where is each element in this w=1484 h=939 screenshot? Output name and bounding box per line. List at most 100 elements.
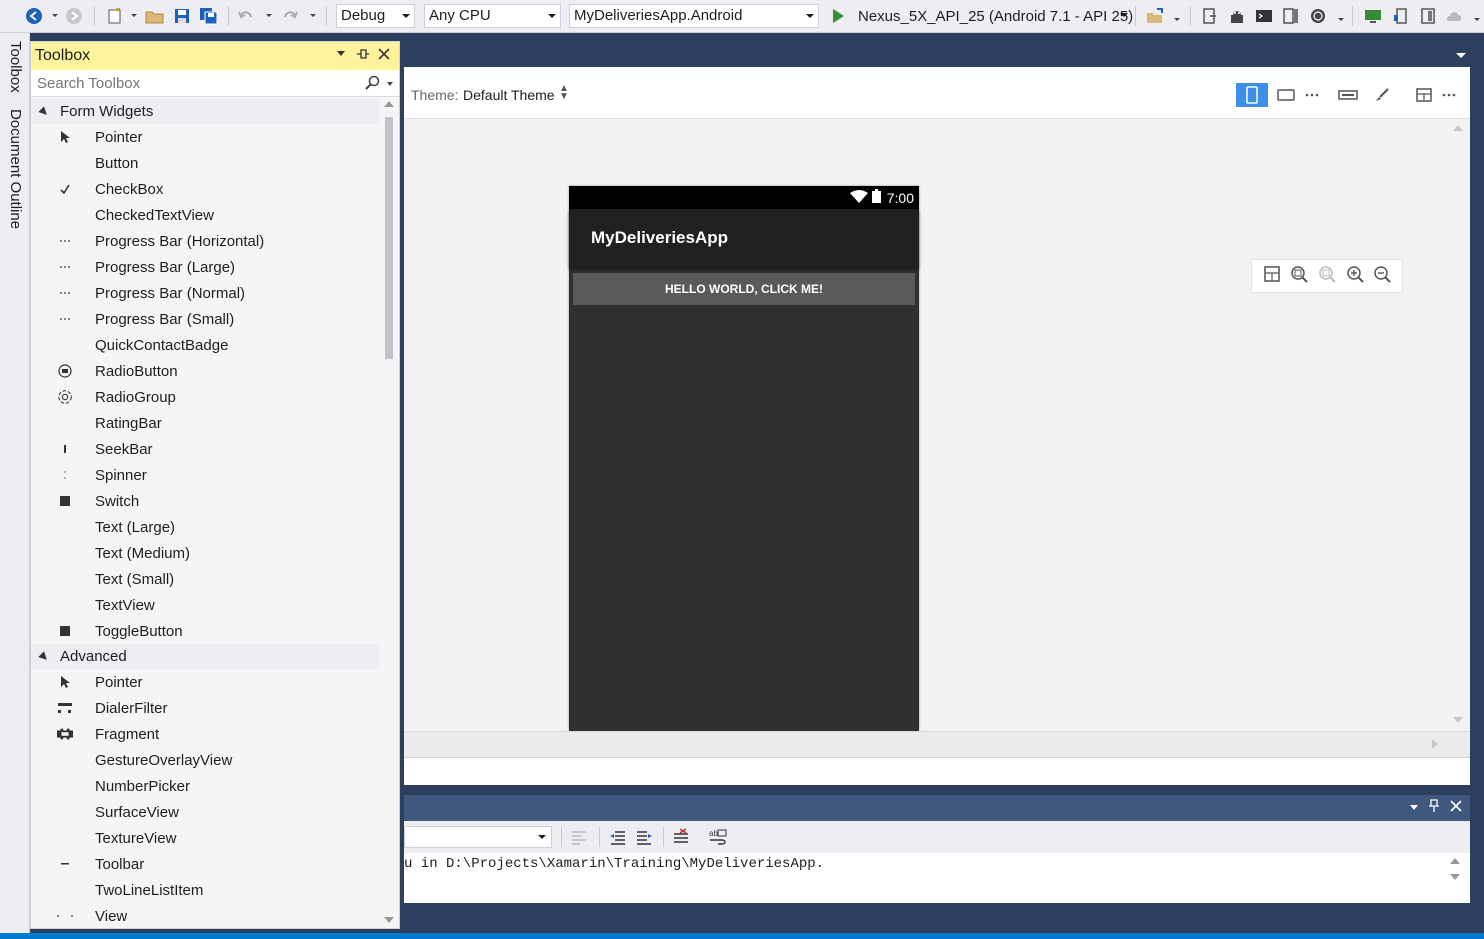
theme-updown-icon[interactable]: ▲ ▼ <box>559 84 569 102</box>
window-position-dropdown-icon[interactable] <box>1410 805 1418 810</box>
platform-select[interactable]: Any CPU <box>424 4 561 28</box>
toolbox-item[interactable]: Button <box>31 150 379 176</box>
toolbox-item[interactable]: Text (Small) <box>31 566 379 592</box>
toolbox-item[interactable]: Text (Medium) <box>31 540 379 566</box>
previous-message-icon[interactable] <box>609 828 627 851</box>
run-target-dropdown-icon[interactable] <box>1120 13 1128 17</box>
android-sdk-icon[interactable] <box>1226 5 1248 27</box>
window-position-dropdown-icon[interactable] <box>337 51 345 56</box>
toolbox-item[interactable]: Progress Bar (Horizontal) <box>31 228 379 254</box>
redo-dropdown-icon[interactable] <box>310 14 316 17</box>
scroll-up-icon[interactable] <box>384 101 394 107</box>
brush-icon[interactable] <box>1366 83 1398 107</box>
tab-toolbox[interactable]: Toolbox <box>7 41 24 93</box>
run-target-button[interactable]: Nexus_5X_API_25 (Android 7.1 - API 25) <box>828 4 1133 28</box>
scroll-thumb[interactable] <box>385 117 393 359</box>
scroll-down-icon[interactable] <box>1453 717 1463 723</box>
toolbox-item[interactable]: TextureView <box>31 825 379 851</box>
expand-triangle-icon[interactable] <box>38 650 50 663</box>
new-dropdown-icon[interactable] <box>131 14 137 17</box>
toolbox-item[interactable]: Fragment <box>31 721 379 747</box>
design-surface[interactable]: 7:00 MyDeliveriesApp HELLO WORLD, CLICK … <box>404 119 1447 770</box>
search-options-dropdown-icon[interactable] <box>387 82 393 86</box>
configuration-select[interactable]: Debug <box>336 4 415 28</box>
search-input[interactable] <box>37 74 357 92</box>
expand-triangle-icon[interactable] <box>38 105 50 118</box>
scroll-down-icon[interactable] <box>384 917 394 923</box>
more-device-options-icon[interactable] <box>1298 83 1326 107</box>
designer-vertical-scrollbar[interactable] <box>1447 119 1470 731</box>
resize-device-icon[interactable] <box>1332 83 1364 107</box>
toolbox-item[interactable]: Progress Bar (Small) <box>31 306 379 332</box>
device-log-icon[interactable] <box>1280 5 1302 27</box>
designer-horizontal-scrollbar[interactable] <box>404 731 1470 757</box>
scroll-down-icon[interactable] <box>1450 874 1460 880</box>
toolbox-item[interactable]: CheckBox <box>31 176 379 202</box>
new-project-icon[interactable] <box>104 5 126 27</box>
toolbox-item[interactable]: Switch <box>31 488 379 514</box>
toolbox-item[interactable]: DialerFilter <box>31 695 379 721</box>
remote-display-icon[interactable] <box>1362 5 1384 27</box>
toolbox-item[interactable]: TextView <box>31 592 379 618</box>
device-icon[interactable] <box>1198 5 1220 27</box>
toolbox-scrollbar[interactable] <box>383 99 395 927</box>
more-designer-options-icon[interactable] <box>1436 83 1462 107</box>
overflow-dropdown-icon[interactable] <box>1338 18 1344 21</box>
theme-select[interactable]: Default Theme <box>463 87 555 103</box>
toolbox-item[interactable]: RadioGroup <box>31 384 379 410</box>
document-list-dropdown-icon[interactable] <box>1456 53 1466 58</box>
open-folder-icon[interactable] <box>144 5 166 27</box>
zoom-actual-icon[interactable] <box>1318 265 1336 288</box>
find-message-icon[interactable] <box>570 828 588 851</box>
scroll-right-icon[interactable] <box>1432 739 1438 749</box>
close-icon[interactable] <box>1449 799 1463 816</box>
back-dropdown-icon[interactable] <box>52 14 58 17</box>
overflow-dropdown-icon[interactable] <box>1174 18 1180 21</box>
forward-icon[interactable] <box>64 5 84 27</box>
save-all-icon[interactable] <box>198 5 220 27</box>
overflow-dropdown-icon[interactable] <box>1474 18 1480 21</box>
toolbox-item[interactable]: Pointer <box>31 669 379 695</box>
tab-document-outline[interactable]: Document Outline <box>7 109 24 229</box>
device-manager-icon[interactable] <box>1390 5 1412 27</box>
toolbox-item[interactable]: TwoLineListItem <box>31 877 379 903</box>
zoom-fit-icon[interactable] <box>1290 265 1309 288</box>
toolbox-item[interactable]: Pointer <box>31 124 379 150</box>
toolbox-group-header[interactable]: Advanced <box>31 644 379 669</box>
toolbox-item[interactable]: SurfaceView <box>31 799 379 825</box>
hello-world-button[interactable]: HELLO WORLD, CLICK ME! <box>573 273 915 305</box>
toolbox-item[interactable]: Progress Bar (Normal) <box>31 280 379 306</box>
toolbox-item[interactable]: Text (Large) <box>31 514 379 540</box>
cloud-icon[interactable] <box>1444 5 1466 27</box>
startup-project-select[interactable]: MyDeliveriesApp.Android <box>569 4 819 28</box>
undo-dropdown-icon[interactable] <box>266 14 272 17</box>
output-text[interactable]: u in D:\Projects\Xamarin\Training\MyDeli… <box>404 853 1470 903</box>
toolbox-item[interactable]: QuickContactBadge <box>31 332 379 358</box>
toolbox-item[interactable]: Toolbar <box>31 851 379 877</box>
clear-all-icon[interactable] <box>672 828 690 851</box>
word-wrap-icon[interactable]: ab <box>708 828 728 851</box>
toolbox-item[interactable]: SeekBar <box>31 436 379 462</box>
browse-folder-icon[interactable] <box>1144 5 1166 27</box>
zoom-out-icon[interactable] <box>1373 265 1391 288</box>
toolbox-item[interactable]: View <box>31 903 379 929</box>
output-source-select[interactable] <box>404 826 552 848</box>
save-icon[interactable] <box>172 5 192 27</box>
portrait-device-button[interactable] <box>1236 83 1268 107</box>
terminal-icon[interactable] <box>1253 5 1275 27</box>
back-icon[interactable] <box>24 5 44 27</box>
profiler-icon[interactable] <box>1307 5 1329 27</box>
toolbox-item[interactable]: Spinner <box>31 462 379 488</box>
next-message-icon[interactable] <box>635 828 653 851</box>
toolbox-item[interactable]: GestureOverlayView <box>31 747 379 773</box>
tablet-icon[interactable] <box>1417 5 1439 27</box>
scroll-up-icon[interactable] <box>1450 858 1460 864</box>
pin-icon[interactable] <box>1428 799 1440 816</box>
app-action-bar[interactable]: MyDeliveriesApp <box>569 209 919 267</box>
pin-icon[interactable] <box>356 47 370 64</box>
fit-layout-icon[interactable] <box>1263 265 1281 288</box>
scroll-up-icon[interactable] <box>1453 125 1463 131</box>
toolbox-group-header[interactable]: Form Widgets <box>31 99 379 124</box>
toolbox-item[interactable]: NumberPicker <box>31 773 379 799</box>
toolbox-item[interactable]: RatingBar <box>31 410 379 436</box>
